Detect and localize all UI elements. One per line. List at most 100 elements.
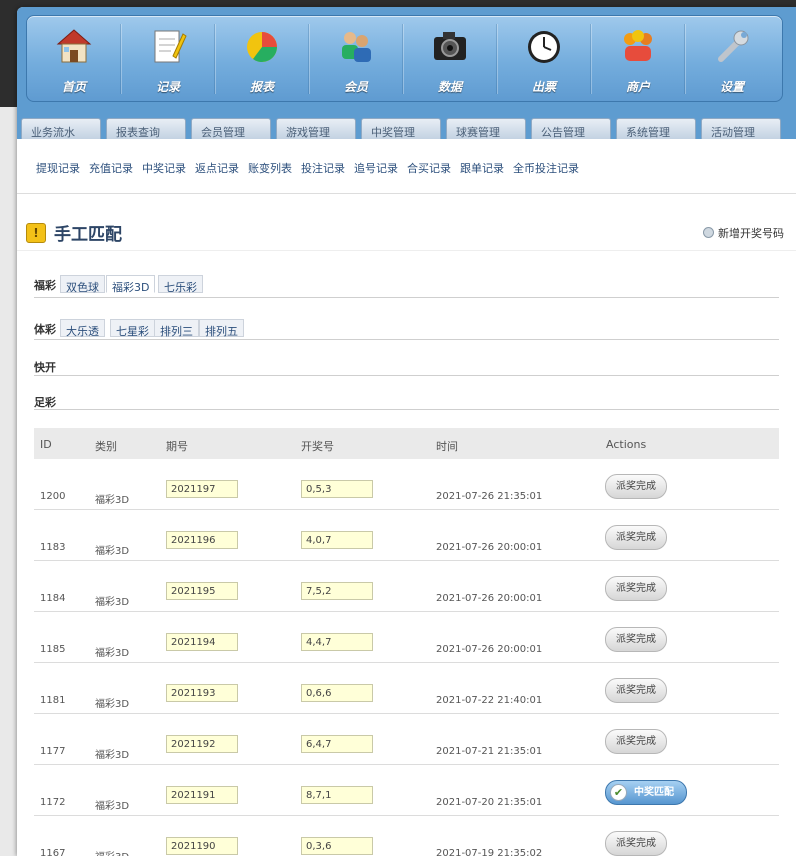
issue-input[interactable]: 2021195 [166, 582, 238, 600]
lottery-option-pl3[interactable]: 排列三 [154, 319, 199, 338]
category-row-kuaikai: 快开 [34, 355, 779, 376]
clock-icon [525, 26, 563, 66]
issue-input[interactable]: 2021190 [166, 837, 238, 855]
link-follow-records[interactable]: 跟单记录 [460, 160, 504, 176]
table-row: 1167 福彩3D 2021190 0,3,6 2021-07-19 21:35… [34, 816, 779, 856]
row-id: 1167 [40, 848, 66, 856]
nav-item-data[interactable]: 数据 [403, 16, 497, 101]
record-links-bar: 提现记录 充值记录 中奖记录 返点记录 账变列表 投注记录 追号记录 合买记录 … [17, 139, 796, 194]
row-id: 1183 [40, 542, 66, 553]
column-header-issue: 期号 [166, 440, 188, 453]
draw-number-input[interactable]: 4,4,7 [301, 633, 373, 651]
payout-done-button[interactable]: 派奖完成 [605, 525, 667, 550]
prize-match-button[interactable]: ✔ 中奖匹配 [605, 780, 687, 805]
tab-activity-management[interactable]: 活动管理 [701, 118, 781, 139]
row-id: 1172 [40, 797, 66, 808]
category-label: 足彩 [34, 396, 56, 409]
nav-item-settings[interactable]: 设置 [685, 16, 779, 101]
issue-input[interactable]: 2021194 [166, 633, 238, 651]
pie-chart-icon [243, 26, 281, 66]
draw-number-input[interactable]: 0,6,6 [301, 684, 373, 702]
link-deposit-records[interactable]: 充值记录 [89, 160, 133, 176]
merchant-icon [619, 26, 657, 66]
nav-item-label: 记录 [155, 80, 180, 94]
lottery-option-qlc[interactable]: 七乐彩 [158, 275, 203, 294]
tab-notice-management[interactable]: 公告管理 [531, 118, 611, 139]
lottery-option-qxc[interactable]: 七星彩 [110, 319, 155, 338]
tab-member-management[interactable]: 会员管理 [191, 118, 271, 139]
table-row: 1185 福彩3D 2021194 4,4,7 2021-07-26 20:00… [34, 612, 779, 663]
nav-item-home[interactable]: 首页 [27, 16, 121, 101]
page-header: ! 手工匹配 新增开奖号码 [17, 195, 796, 250]
row-type: 福彩3D [95, 648, 130, 659]
draw-number-input[interactable]: 8,7,1 [301, 786, 373, 804]
row-type: 福彩3D [95, 801, 130, 812]
link-bet-records[interactable]: 投注记录 [301, 160, 345, 176]
tab-business-flow[interactable]: 业务流水 [21, 118, 101, 139]
nav-item-members[interactable]: 会员 [309, 16, 403, 101]
payout-done-button[interactable]: 派奖完成 [605, 474, 667, 499]
link-chase-records[interactable]: 追号记录 [354, 160, 398, 176]
nav-item-merchants[interactable]: 商户 [591, 16, 685, 101]
tab-game-management[interactable]: 游戏管理 [276, 118, 356, 139]
row-time: 2021-07-21 21:35:01 [436, 746, 543, 757]
nav-item-records[interactable]: 记录 [121, 16, 215, 101]
payout-done-button[interactable]: 派奖完成 [605, 576, 667, 601]
category-row-zucai: 足彩 [34, 390, 779, 410]
row-time: 2021-07-26 20:00:01 [436, 542, 543, 553]
column-header-actions: Actions [606, 438, 647, 451]
table-row: 1200 福彩3D 2021197 0,5,3 2021-07-26 21:35… [34, 459, 779, 510]
link-prize-records[interactable]: 中奖记录 [142, 160, 186, 176]
nav-item-label: 设置 [719, 80, 744, 94]
payout-done-button[interactable]: 派奖完成 [605, 729, 667, 754]
link-rebate-records[interactable]: 返点记录 [195, 160, 239, 176]
draw-number-input[interactable]: 0,5,3 [301, 480, 373, 498]
issue-input[interactable]: 2021197 [166, 480, 238, 498]
tab-system-management[interactable]: 系统管理 [616, 118, 696, 139]
draw-number-input[interactable]: 4,0,7 [301, 531, 373, 549]
draw-number-input[interactable]: 7,5,2 [301, 582, 373, 600]
payout-done-button[interactable]: 派奖完成 [605, 678, 667, 703]
row-id: 1181 [40, 695, 66, 706]
link-coin-bet-records[interactable]: 全币投注记录 [513, 160, 579, 176]
row-id: 1185 [40, 644, 66, 655]
lottery-option-dlt[interactable]: 大乐透 [60, 319, 105, 338]
payout-done-button[interactable]: 派奖完成 [605, 627, 667, 652]
add-link-label: 新增开奖号码 [718, 227, 784, 240]
draw-number-input[interactable]: 6,4,7 [301, 735, 373, 753]
add-draw-number-link[interactable]: 新增开奖号码 [703, 225, 784, 241]
issue-input[interactable]: 2021196 [166, 531, 238, 549]
draw-number-input[interactable]: 0,3,6 [301, 837, 373, 855]
row-time: 2021-07-20 21:35:01 [436, 797, 543, 808]
issue-input[interactable]: 2021191 [166, 786, 238, 804]
column-header-number: 开奖号 [301, 440, 334, 453]
lottery-option-3d[interactable]: 福彩3D [106, 275, 156, 294]
issue-input[interactable]: 2021193 [166, 684, 238, 702]
tab-prize-management[interactable]: 中奖管理 [361, 118, 441, 139]
row-type: 福彩3D [95, 750, 130, 761]
nav-item-label: 首页 [61, 80, 86, 94]
row-id: 1200 [40, 491, 66, 502]
row-time: 2021-07-19 21:35:02 [436, 848, 543, 856]
lottery-option-pl5[interactable]: 排列五 [199, 319, 244, 338]
link-balance-changes[interactable]: 账变列表 [248, 160, 292, 176]
lottery-option-ssq[interactable]: 双色球 [60, 275, 105, 294]
page-title: 手工匹配 [54, 225, 122, 245]
column-header-time: 时间 [436, 440, 458, 453]
table-row: 1177 福彩3D 2021192 6,4,7 2021-07-21 21:35… [34, 714, 779, 765]
row-time: 2021-07-26 20:00:01 [436, 644, 543, 655]
link-group-buy-records[interactable]: 合买记录 [407, 160, 451, 176]
tab-report-query[interactable]: 报表查询 [106, 118, 186, 139]
nav-item-reports[interactable]: 报表 [215, 16, 309, 101]
column-header-type: 类别 [95, 440, 117, 453]
table-row: 1183 福彩3D 2021196 4,0,7 2021-07-26 20:00… [34, 510, 779, 561]
nav-item-tickets[interactable]: 出票 [497, 16, 591, 101]
tab-match-management[interactable]: 球赛管理 [446, 118, 526, 139]
link-withdrawal-records[interactable]: 提现记录 [36, 160, 80, 176]
issue-input[interactable]: 2021192 [166, 735, 238, 753]
nav-item-label: 数据 [437, 80, 462, 94]
payout-done-button[interactable]: 派奖完成 [605, 831, 667, 856]
sub-navigation-tabs: 业务流水 报表查询 会员管理 游戏管理 中奖管理 球赛管理 公告管理 系统管理 … [17, 114, 796, 139]
checkmark-icon: ✔ [610, 784, 627, 801]
notepad-icon [149, 26, 187, 66]
